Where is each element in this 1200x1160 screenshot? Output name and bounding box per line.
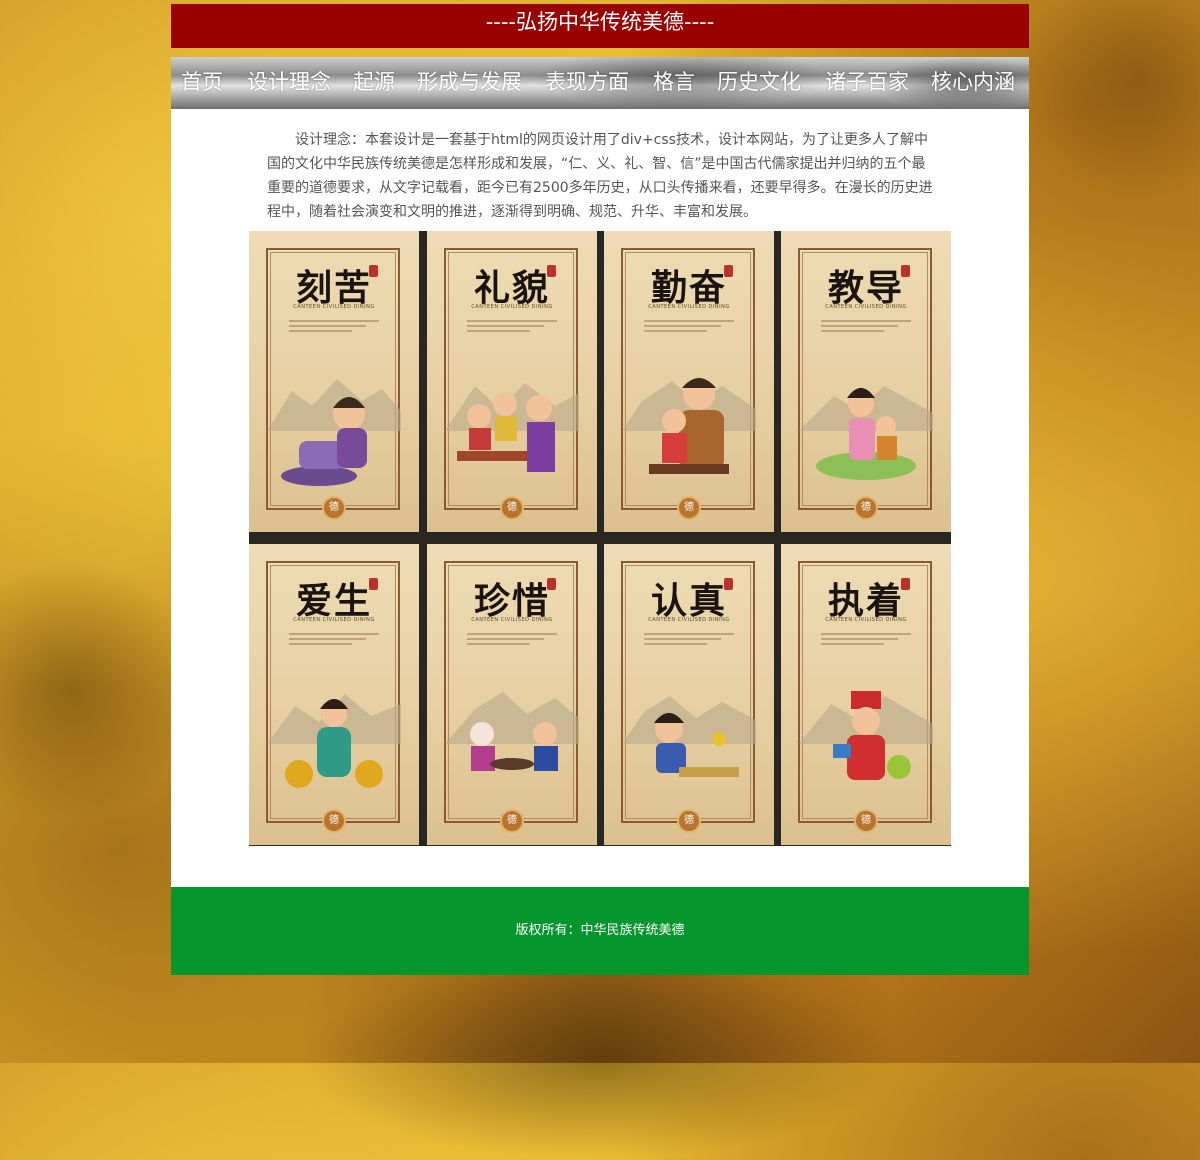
poster-card: 爱生 CANTEEN CIVILISED DINING 德 xyxy=(249,544,419,845)
poster-card: 认真 CANTEEN CIVILISED DINING 德 xyxy=(604,544,774,845)
nav-item-aspects[interactable]: 表现方面 xyxy=(545,57,629,109)
children-figures-illustration xyxy=(457,392,555,472)
poster-text-block xyxy=(644,317,734,335)
poster-text-block xyxy=(821,317,911,335)
site-title: ----弘扬中华传统美德---- xyxy=(485,10,715,34)
background-stain xyxy=(0,560,200,820)
poster-subtitle: CANTEEN CIVILISED DINING xyxy=(648,304,730,310)
main-content: 设计理念：本套设计是一套基于html的网页设计用了div+css技术，设计本网站… xyxy=(171,109,1029,887)
background-stain xyxy=(1020,0,1200,200)
seal-stamp xyxy=(724,265,733,277)
poster-subtitle: CANTEEN CIVILISED DINING xyxy=(648,617,730,623)
poster-card: 教导 CANTEEN CIVILISED DINING 德 xyxy=(781,231,951,532)
poster-text-block xyxy=(467,317,557,335)
seal-stamp xyxy=(724,578,733,590)
seal-stamp xyxy=(369,265,378,277)
nav-item-core-connotation[interactable]: 核心内涵 xyxy=(931,57,1015,109)
poster-card: 珍惜 CANTEEN CIVILISED DINING 德 xyxy=(427,544,597,845)
poster-card: 礼貌 CANTEEN CIVILISED DINING 德 xyxy=(427,231,597,532)
seal-stamp xyxy=(901,265,910,277)
poster-subtitle: CANTEEN CIVILISED DINING xyxy=(825,304,907,310)
virtue-badge: 德 xyxy=(322,496,346,520)
poster-text-block xyxy=(644,630,734,648)
poster-text-block xyxy=(289,317,379,335)
nav-item-mottos[interactable]: 格言 xyxy=(653,57,695,109)
seal-stamp xyxy=(369,578,378,590)
copyright-text: 版权所有：中华民族传统美德 xyxy=(515,923,685,938)
poster-subtitle: CANTEEN CIVILISED DINING xyxy=(825,617,907,623)
poster-gallery: 刻苦 CANTEEN CIVILISED DINING 德 礼貌 CANTEEN… xyxy=(249,231,951,846)
seal-stamp xyxy=(547,265,556,277)
nav-item-home[interactable]: 首页 xyxy=(181,57,223,109)
nav-item-development[interactable]: 形成与发展 xyxy=(417,57,522,109)
poster-text-block xyxy=(289,630,379,648)
virtue-badge: 德 xyxy=(677,496,701,520)
virtue-badge: 德 xyxy=(677,809,701,833)
virtue-badge: 德 xyxy=(854,809,878,833)
poster-text-block xyxy=(821,630,911,648)
poster-subtitle: CANTEEN CIVILISED DINING xyxy=(471,617,553,623)
virtue-badge: 德 xyxy=(500,809,524,833)
nav-item-origin[interactable]: 起源 xyxy=(353,57,395,109)
intro-paragraph: 设计理念：本套设计是一套基于html的网页设计用了div+css技术，设计本网站… xyxy=(267,132,933,220)
nav-item-hundred-schools[interactable]: 诸子百家 xyxy=(825,57,909,109)
girl-flowers-illustration xyxy=(285,699,383,788)
poster-text-block xyxy=(467,630,557,648)
virtue-badge: 德 xyxy=(322,809,346,833)
virtue-badge: 德 xyxy=(854,496,878,520)
scholar-reading-illustration xyxy=(833,691,911,780)
seal-stamp xyxy=(547,578,556,590)
footer: 版权所有：中华民族传统美德 xyxy=(171,887,1029,975)
seal-stamp xyxy=(901,578,910,590)
poster-card: 勤奋 CANTEEN CIVILISED DINING 德 xyxy=(604,231,774,532)
poster-subtitle: CANTEEN CIVILISED DINING xyxy=(293,617,375,623)
poster-card: 执着 CANTEEN CIVILISED DINING 德 xyxy=(781,544,951,845)
virtue-badge: 德 xyxy=(500,496,524,520)
header-banner: ----弘扬中华传统美德---- xyxy=(171,4,1029,48)
student-writing-illustration xyxy=(654,713,739,777)
teacher-student-illustration xyxy=(816,388,916,480)
poster-subtitle: CANTEEN CIVILISED DINING xyxy=(471,304,553,310)
nav-item-design-concept[interactable]: 设计理念 xyxy=(247,57,331,109)
nav-item-history-culture[interactable]: 历史文化 xyxy=(717,57,801,109)
mother-child-illustration xyxy=(649,378,729,474)
main-navigation: 首页 设计理念 起源 形成与发展 表现方面 格言 历史文化 诸子百家 核心内涵 xyxy=(171,57,1029,109)
child-figure-illustration xyxy=(281,397,367,486)
background-stain xyxy=(300,960,900,1160)
children-dining-illustration xyxy=(470,722,558,771)
poster-card: 刻苦 CANTEEN CIVILISED DINING 德 xyxy=(249,231,419,532)
poster-subtitle: CANTEEN CIVILISED DINING xyxy=(293,304,375,310)
